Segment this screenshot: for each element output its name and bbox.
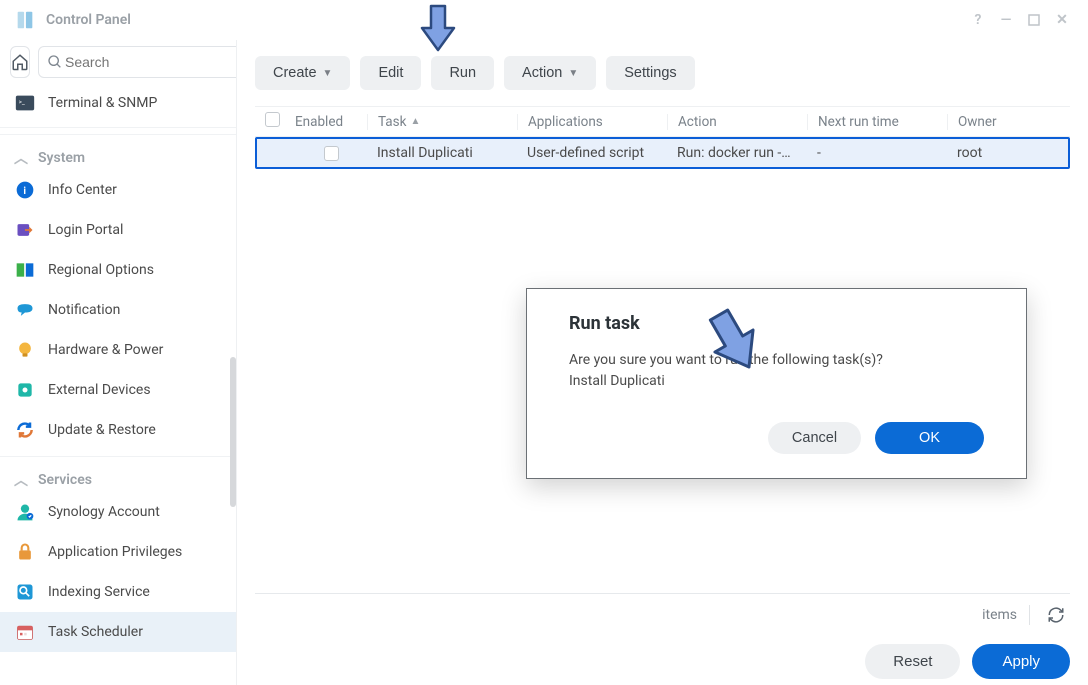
sidebar-item-label: Terminal & SNMP bbox=[48, 95, 157, 111]
external-devices-icon bbox=[14, 379, 36, 401]
caret-down-icon: ▼ bbox=[568, 68, 578, 79]
sidebar-item-label: Hardware & Power bbox=[48, 342, 163, 358]
chevron-up-icon: ︿ bbox=[14, 148, 28, 168]
column-header-task[interactable]: Task▲ bbox=[367, 114, 517, 130]
calendar-icon bbox=[14, 621, 36, 643]
table-row[interactable]: Install Duplicati User-defined script Ru… bbox=[255, 137, 1070, 169]
toolbar: Create▼ Edit Run Action▼ Settings bbox=[255, 40, 1070, 106]
row-enabled-checkbox[interactable] bbox=[324, 146, 339, 161]
sidebar-item-update-restore[interactable]: Update & Restore bbox=[0, 410, 236, 450]
sidebar: >_ Terminal & SNMP ︿ System i Info Cente… bbox=[0, 40, 237, 685]
sidebar-item-external-devices[interactable]: External Devices bbox=[0, 370, 236, 410]
indexing-icon bbox=[14, 581, 36, 603]
sidebar-item-info-center[interactable]: i Info Center bbox=[0, 170, 236, 210]
bulb-icon bbox=[14, 339, 36, 361]
sidebar-item-label: Update & Restore bbox=[48, 422, 156, 438]
column-header-enabled[interactable]: Enabled bbox=[295, 114, 367, 130]
update-restore-icon bbox=[14, 419, 36, 441]
sidebar-item-label: Info Center bbox=[48, 182, 117, 198]
cell-next-run: - bbox=[807, 145, 947, 161]
sidebar-item-label: Indexing Service bbox=[48, 584, 150, 600]
cell-owner: root bbox=[947, 145, 1068, 161]
sidebar-item-hardware-power[interactable]: Hardware & Power bbox=[0, 330, 236, 370]
regional-icon bbox=[14, 259, 36, 281]
scrollbar-thumb[interactable] bbox=[230, 357, 236, 507]
cell-task: Install Duplicati bbox=[367, 145, 517, 161]
sidebar-item-terminal-snmp[interactable]: >_ Terminal & SNMP bbox=[0, 84, 236, 128]
run-task-dialog: Run task Are you sure you want to run th… bbox=[526, 288, 1027, 479]
sidebar-item-label: Task Scheduler bbox=[48, 624, 143, 640]
dialog-title: Run task bbox=[569, 313, 984, 334]
section-label: Services bbox=[38, 472, 92, 488]
account-icon bbox=[14, 501, 36, 523]
table-header-row: Enabled Task▲ Applications Action Next r… bbox=[255, 107, 1070, 137]
sidebar-item-label: Regional Options bbox=[48, 262, 154, 278]
info-icon: i bbox=[14, 179, 36, 201]
sidebar-item-indexing-service[interactable]: Indexing Service bbox=[0, 572, 236, 612]
column-header-action[interactable]: Action bbox=[667, 114, 807, 130]
section-header-system[interactable]: ︿ System bbox=[0, 134, 236, 170]
reset-button[interactable]: Reset bbox=[865, 644, 960, 679]
footer-actions: Reset Apply bbox=[865, 644, 1070, 679]
action-button[interactable]: Action▼ bbox=[504, 56, 596, 90]
sidebar-item-regional-options[interactable]: Regional Options bbox=[0, 250, 236, 290]
column-header-owner[interactable]: Owner bbox=[947, 114, 1070, 130]
run-button[interactable]: Run bbox=[431, 56, 494, 90]
sidebar-item-login-portal[interactable]: Login Portal bbox=[0, 210, 236, 250]
edit-button[interactable]: Edit bbox=[360, 56, 421, 90]
notification-icon bbox=[14, 299, 36, 321]
dialog-ok-button[interactable]: OK bbox=[875, 422, 984, 454]
window-titlebar: Control Panel ? — ✕ bbox=[0, 0, 1088, 40]
sidebar-item-label: Synology Account bbox=[48, 504, 160, 520]
chevron-up-icon: ︿ bbox=[14, 470, 28, 490]
app-icon bbox=[12, 7, 38, 33]
window-title: Control Panel bbox=[46, 12, 131, 28]
main-content: Create▼ Edit Run Action▼ Settings Enable… bbox=[237, 40, 1088, 685]
svg-text:i: i bbox=[23, 186, 26, 197]
sort-asc-icon: ▲ bbox=[410, 116, 420, 127]
task-table: Enabled Task▲ Applications Action Next r… bbox=[255, 106, 1070, 169]
sidebar-item-label: Login Portal bbox=[48, 222, 123, 238]
cell-action: Run: docker run -… bbox=[667, 145, 807, 161]
settings-button[interactable]: Settings bbox=[606, 56, 694, 90]
sidebar-item-label: External Devices bbox=[48, 382, 151, 398]
search-input[interactable] bbox=[38, 46, 236, 78]
caret-down-icon: ▼ bbox=[323, 68, 333, 79]
sidebar-item-label: Application Privileges bbox=[48, 544, 182, 560]
close-icon[interactable]: ✕ bbox=[1048, 6, 1076, 34]
sidebar-item-application-privileges[interactable]: Application Privileges bbox=[0, 532, 236, 572]
svg-text:>_: >_ bbox=[19, 97, 25, 105]
dialog-cancel-button[interactable]: Cancel bbox=[768, 422, 861, 454]
search-icon bbox=[47, 54, 63, 70]
sidebar-item-label: Notification bbox=[48, 302, 120, 318]
items-label: items bbox=[982, 607, 1017, 623]
login-portal-icon bbox=[14, 219, 36, 241]
status-bar: items bbox=[255, 593, 1070, 635]
sidebar-item-task-scheduler[interactable]: Task Scheduler bbox=[0, 612, 236, 652]
lock-icon bbox=[14, 541, 36, 563]
column-header-next-run[interactable]: Next run time bbox=[807, 114, 947, 130]
home-button[interactable] bbox=[10, 46, 30, 78]
section-label: System bbox=[38, 150, 85, 166]
cell-applications: User-defined script bbox=[517, 145, 667, 161]
maximize-icon[interactable] bbox=[1020, 6, 1048, 34]
refresh-button[interactable] bbox=[1042, 601, 1070, 629]
column-header-applications[interactable]: Applications bbox=[517, 114, 667, 130]
select-all-checkbox[interactable] bbox=[265, 112, 280, 127]
dialog-message: Are you sure you want to run the followi… bbox=[569, 350, 984, 392]
apply-button[interactable]: Apply bbox=[972, 644, 1070, 679]
sidebar-item-notification[interactable]: Notification bbox=[0, 290, 236, 330]
create-button[interactable]: Create▼ bbox=[255, 56, 350, 90]
section-header-services[interactable]: ︿ Services bbox=[0, 456, 236, 492]
minimize-icon[interactable]: — bbox=[992, 6, 1020, 34]
sidebar-item-synology-account[interactable]: Synology Account bbox=[0, 492, 236, 532]
help-icon[interactable]: ? bbox=[964, 6, 992, 34]
terminal-icon: >_ bbox=[14, 92, 36, 114]
